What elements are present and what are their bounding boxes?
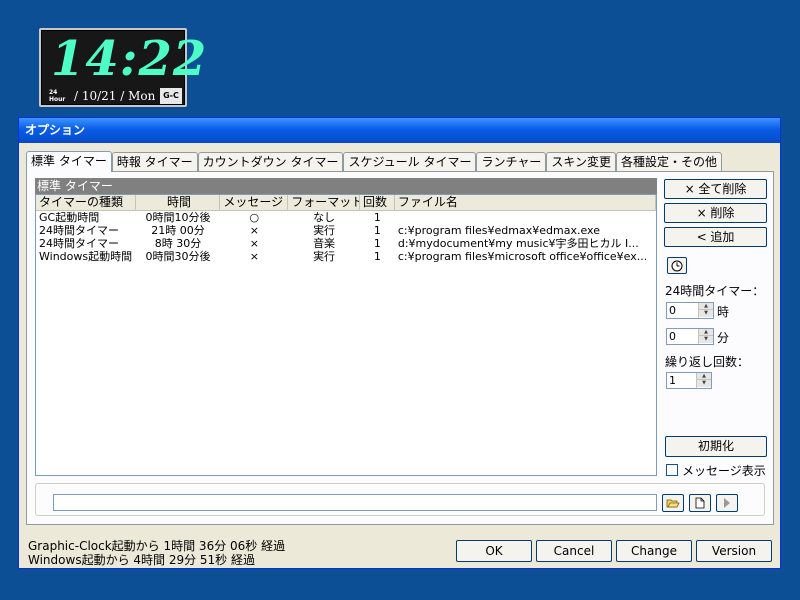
reset-button[interactable]: 初期化 — [665, 436, 767, 457]
cancel-button[interactable]: Cancel — [536, 540, 612, 562]
hour-format-label: Hour — [49, 96, 66, 103]
column-header-count[interactable]: 回数 — [360, 195, 395, 211]
cell-count: 1 — [373, 250, 381, 263]
cell-count: 1 — [373, 237, 381, 250]
cell-format: なし — [313, 211, 336, 224]
ok-button[interactable]: OK — [456, 540, 532, 562]
delete-all-button[interactable]: × 全て削除 — [664, 179, 767, 199]
timer-list[interactable]: タイマーの種類 時間 メッセージ フォーマット 回数 ファイル名 GC起動時間 … — [35, 194, 657, 476]
add-button[interactable]: < 追加 — [664, 227, 767, 247]
new-file-button[interactable] — [689, 494, 711, 512]
column-header-timer-type[interactable]: タイマーの種類 — [36, 195, 136, 211]
column-header-time[interactable]: 時間 — [136, 195, 221, 211]
table-row[interactable]: Windows起動時間 0時間30分後 × 実行 1 c:¥program fi… — [36, 250, 656, 263]
cell-filename: c:¥program files¥microsoft office¥office… — [397, 250, 648, 263]
list-header: タイマーの種類 時間 メッセージ フォーマット 回数 ファイル名 — [36, 195, 656, 211]
show-message-label: メッセージ表示 — [682, 464, 766, 478]
column-header-message[interactable]: メッセージ — [220, 195, 289, 211]
cell-message: × — [249, 224, 259, 237]
show-message-checkbox[interactable] — [666, 464, 678, 476]
cell-format: 音楽 — [313, 237, 336, 250]
window-titlebar[interactable]: オプション — [19, 118, 780, 143]
clock-brand-badge: G-C — [160, 88, 182, 104]
minute-unit-label: 分 — [717, 331, 730, 345]
tab-standard-timer[interactable]: 標準 タイマー — [26, 151, 112, 172]
hour-format-badge: 24 Hour — [49, 89, 71, 103]
cell-message: ○ — [249, 211, 260, 224]
timer-24h-label: 24時間タイマー： — [665, 284, 765, 298]
cell-message: × — [249, 237, 259, 250]
cell-time: 21時 00分 — [151, 224, 205, 237]
cell-filename: c:¥program files¥edmax¥edmax.exe — [397, 224, 600, 237]
tab-panel: 標準 タイマー タイマーの種類 時間 メッセージ フォーマット 回数 ファイル名… — [26, 171, 774, 525]
clock-widget[interactable]: 14:22 24 Hour / 10/21 / Mon G-C — [39, 28, 208, 107]
cell-format: 実行 — [313, 250, 336, 263]
play-button[interactable] — [716, 494, 738, 512]
table-row[interactable]: 24時間タイマー 21時 00分 × 実行 1 c:¥program files… — [36, 224, 656, 237]
spin-down-icon[interactable]: ▼ — [699, 310, 713, 317]
hour-format-number: 24 — [49, 89, 58, 96]
cell-time: 0時間30分後 — [145, 250, 211, 263]
clock-date: / 10/21 / Mon — [74, 89, 156, 103]
tab-skin-change[interactable]: スキン変更 — [546, 152, 616, 172]
play-icon — [724, 498, 730, 508]
column-header-filename[interactable]: ファイル名 — [395, 195, 656, 211]
repeat-stepper[interactable]: 1 ▲ ▼ — [666, 372, 712, 389]
tab-countdown-timer[interactable]: カウントダウン タイマー — [197, 152, 344, 172]
tab-time-signal-timer[interactable]: 時報 タイマー — [111, 152, 198, 172]
spin-up-icon[interactable]: ▲ — [699, 303, 713, 310]
hour-spin-buttons[interactable]: ▲ ▼ — [698, 303, 713, 318]
cell-format: 実行 — [313, 224, 336, 237]
cell-type: GC起動時間 — [39, 211, 100, 224]
spin-up-icon[interactable]: ▲ — [699, 329, 713, 336]
group-title: 標準 タイマー — [35, 178, 657, 194]
cell-time: 0時間10分後 — [145, 211, 211, 224]
cell-type: 24時間タイマー — [39, 237, 119, 250]
column-header-format[interactable]: フォーマット — [288, 195, 360, 211]
change-button[interactable]: Change — [616, 540, 692, 562]
options-window: オプション 標準 タイマー 時報 タイマー カウントダウン タイマー スケジュー… — [18, 117, 781, 569]
cell-type: Windows起動時間 — [39, 250, 133, 263]
hour-unit-label: 時 — [717, 305, 730, 319]
spin-down-icon[interactable]: ▼ — [699, 336, 713, 343]
tab-schedule-timer[interactable]: スケジュール タイマー — [343, 152, 477, 172]
tab-strip: 標準 タイマー 時報 タイマー カウントダウン タイマー スケジュール タイマー… — [26, 151, 723, 172]
spin-down-icon[interactable]: ▼ — [697, 380, 711, 387]
cell-type: 24時間タイマー — [39, 224, 119, 237]
repeat-spin-buttons[interactable]: ▲ ▼ — [696, 373, 711, 388]
repeat-value: 1 — [669, 374, 676, 387]
open-folder-button[interactable] — [662, 494, 684, 512]
clock-icon-button[interactable] — [667, 257, 687, 274]
minute-value: 0 — [669, 330, 676, 343]
cell-time: 8時 30分 — [154, 237, 202, 250]
file-path-group — [35, 483, 765, 516]
cell-count: 1 — [373, 211, 381, 224]
tab-launcher[interactable]: ランチャー — [476, 152, 547, 172]
status-windows-uptime: Windows起動から 4時間 29分 51秒 経過 — [28, 553, 255, 567]
cell-filename — [395, 211, 656, 224]
cell-count: 1 — [373, 224, 381, 237]
version-button[interactable]: Version — [696, 540, 772, 562]
minute-spin-buttons[interactable]: ▲ ▼ — [698, 329, 713, 344]
delete-button[interactable]: × 削除 — [664, 203, 767, 223]
table-row[interactable]: GC起動時間 0時間10分後 ○ なし 1 — [36, 211, 656, 224]
table-row[interactable]: 24時間タイマー 8時 30分 × 音楽 1 d:¥mydocument¥my … — [36, 237, 656, 250]
cell-message: × — [249, 250, 259, 263]
hour-stepper[interactable]: 0 ▲ ▼ — [666, 302, 714, 319]
repeat-count-label: 繰り返し回数： — [665, 355, 750, 369]
open-folder-icon — [666, 499, 680, 508]
minute-stepper[interactable]: 0 ▲ ▼ — [666, 328, 714, 345]
tab-misc-settings[interactable]: 各種設定・その他 — [616, 152, 723, 172]
clock-time: 14:22 — [51, 31, 208, 87]
spin-up-icon[interactable]: ▲ — [697, 373, 711, 380]
cell-filename: d:¥mydocument¥my music¥宇多田ヒカル I... — [397, 237, 639, 250]
new-file-icon — [695, 497, 705, 509]
file-path-input[interactable] — [53, 494, 657, 511]
hour-value: 0 — [669, 304, 676, 317]
clock-icon — [671, 260, 683, 272]
